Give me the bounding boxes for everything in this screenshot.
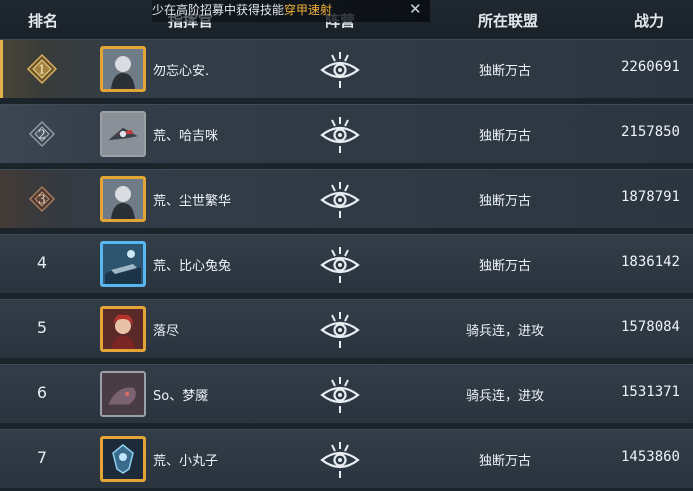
medal-rank-number: 3 [38, 193, 46, 207]
alliance-name: 独断万古 [478, 64, 531, 79]
table-row[interactable]: 7 荒、小丸子 独断万古 1453860 [0, 429, 693, 489]
avatar-portrait-icon [103, 49, 143, 89]
power-value: 1578084 [620, 319, 680, 335]
table-row[interactable]: 1 勿忘心安. 独断万古 2260691 [0, 39, 693, 99]
commander-name[interactable]: 勿忘心安. [153, 60, 209, 79]
table-row[interactable]: 6 So、梦魇 骑兵连，进攻 1531371 [0, 364, 693, 424]
medal-rank-number: 2 [38, 128, 46, 142]
faction-eye-emblem-icon [320, 312, 360, 348]
gold-rank-medal-icon: 1 [26, 53, 58, 85]
power-value: 1531371 [620, 384, 680, 400]
alliance-name: 独断万古 [478, 194, 531, 209]
commander-name[interactable]: 落尽 [153, 320, 179, 339]
silver-rank-medal-icon: 2 [28, 120, 56, 148]
faction-eye-emblem-icon [320, 182, 360, 218]
avatar-ship-icon [102, 113, 144, 155]
alliance-name: 独断万古 [478, 454, 531, 469]
avatar[interactable] [100, 46, 146, 92]
power-value: 2260691 [620, 59, 680, 75]
header-alliance: 所在联盟 [478, 12, 539, 30]
commander-name[interactable]: 荒、小丸子 [153, 450, 218, 469]
power-value: 1836142 [620, 254, 680, 270]
rank-number: 5 [36, 318, 48, 337]
commander-name[interactable]: 荒、尘世繁华 [153, 190, 231, 209]
bronze-rank-medal-icon: 3 [28, 185, 56, 213]
avatar-ship-icon [103, 244, 143, 284]
commander-name[interactable]: 荒、比心兔兔 [153, 255, 231, 274]
faction-eye-emblem-icon [320, 52, 360, 88]
toast-skill-highlight: 穿甲速射 [284, 3, 333, 17]
faction-eye-emblem-icon [320, 377, 360, 413]
alliance-name: 骑兵连，进攻 [465, 389, 544, 404]
table-row[interactable]: 2 荒、哈吉咪 独断万古 2157850 [0, 104, 693, 164]
avatar-creature-icon [102, 373, 144, 415]
header-power: 战力 [634, 12, 665, 30]
avatar[interactable] [100, 436, 146, 482]
notification-toast: 少在高阶招募中获得技能穿甲速射 ✕ [152, 0, 430, 22]
close-icon[interactable]: ✕ [409, 0, 422, 19]
faction-eye-emblem-icon [320, 247, 360, 283]
rank-number: 7 [36, 448, 48, 467]
alliance-name: 独断万古 [478, 129, 531, 144]
toast-text: 少在高阶招募中获得技能 [152, 3, 285, 17]
faction-eye-emblem-icon [320, 117, 360, 153]
power-value: 1453860 [620, 449, 680, 465]
alliance-name: 独断万古 [478, 259, 531, 274]
avatar[interactable] [100, 241, 146, 287]
header-rank: 排名 [28, 12, 59, 30]
avatar[interactable] [100, 371, 146, 417]
commander-name[interactable]: So、梦魇 [153, 385, 208, 404]
commander-name[interactable]: 荒、哈吉咪 [153, 125, 218, 144]
avatar[interactable] [100, 306, 146, 352]
rank-number: 4 [36, 253, 48, 272]
table-row[interactable]: 3 荒、尘世繁华 独断万古 1878791 [0, 169, 693, 229]
medal-rank-number: 1 [38, 63, 46, 77]
rank-number: 6 [36, 383, 48, 402]
faction-eye-emblem-icon [320, 442, 360, 478]
power-value: 2157850 [620, 124, 680, 140]
table-row[interactable]: 4 荒、比心兔兔 独断万古 1836142 [0, 234, 693, 294]
avatar-portrait-icon [103, 179, 143, 219]
avatar-portrait-icon [103, 309, 143, 349]
alliance-name: 骑兵连，进攻 [465, 324, 544, 339]
avatar-emblem-icon [103, 439, 143, 479]
avatar[interactable] [100, 111, 146, 157]
table-row[interactable]: 5 落尽 骑兵连，进攻 1578084 [0, 299, 693, 359]
avatar[interactable] [100, 176, 146, 222]
power-value: 1878791 [620, 189, 680, 205]
